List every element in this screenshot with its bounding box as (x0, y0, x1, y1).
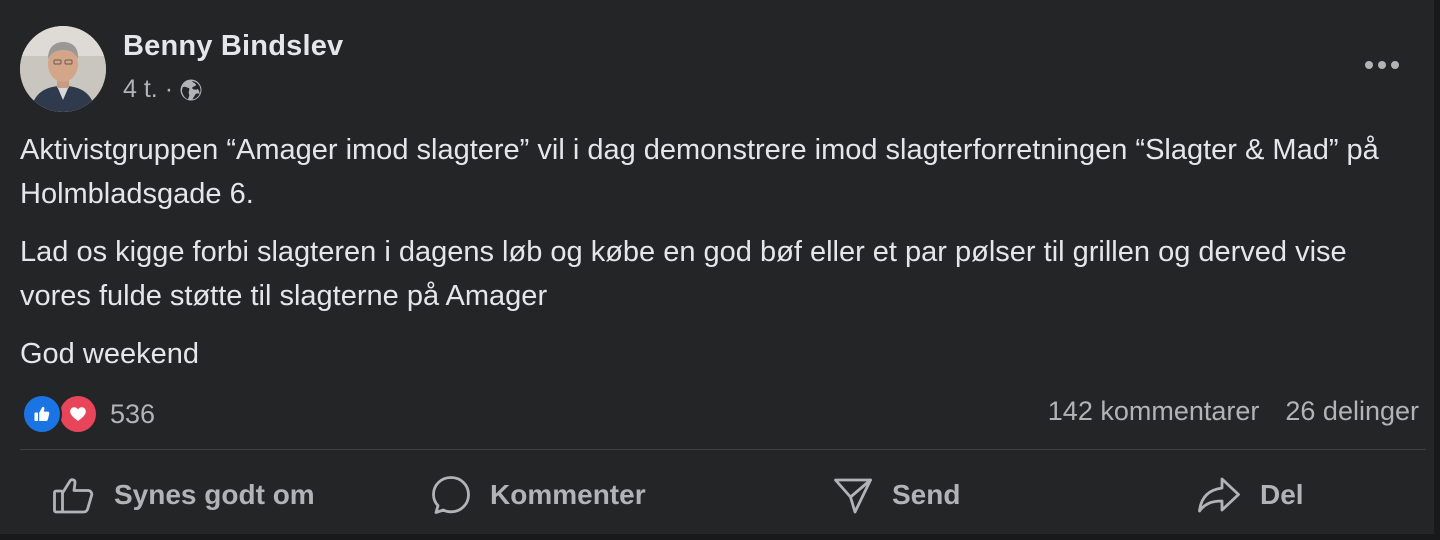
globe-icon[interactable] (179, 78, 203, 102)
love-icon (58, 394, 98, 434)
post-paragraph: God weekend (20, 338, 199, 370)
like-icon (22, 394, 62, 434)
comment-icon (432, 476, 470, 514)
post-card: Benny Bindslev 4 t. · Aktivistgruppen “A… (0, 0, 1440, 540)
post-meta: 4 t. · (123, 75, 203, 104)
author-avatar[interactable] (20, 26, 106, 112)
send-label: Send (892, 479, 961, 510)
avatar-photo (20, 26, 106, 112)
more-dot (1365, 61, 1373, 69)
more-dot (1391, 61, 1399, 69)
comment-label: Kommenter (490, 479, 646, 510)
reactions-count[interactable]: 536 (110, 399, 155, 430)
engagement-counts: 142 kommentarer 26 delinger (1048, 396, 1419, 427)
meta-separator: · (164, 75, 174, 103)
like-label: Synes godt om (114, 479, 315, 510)
shares-count[interactable]: 26 delinger (1285, 396, 1419, 427)
more-options-button[interactable] (1358, 50, 1406, 80)
send-icon (834, 478, 872, 514)
comments-count[interactable]: 142 kommentarer (1048, 396, 1260, 427)
like-button[interactable]: Synes godt om (52, 470, 315, 520)
post-text: Aktivistgruppen “Amager imod slagtere” v… (20, 128, 1390, 390)
share-label: Del (1260, 479, 1304, 510)
send-button[interactable]: Send (832, 470, 960, 520)
post-paragraph: Aktivistgruppen “Amager imod slagtere” v… (20, 134, 1379, 210)
actions-divider (20, 449, 1426, 450)
comment-button[interactable]: Kommenter (430, 470, 646, 520)
reactions-summary[interactable]: 536 (22, 394, 155, 434)
share-button[interactable]: Del (1196, 470, 1304, 520)
thumbs-up-icon (53, 478, 94, 514)
post-paragraph: Lad os kigge forbi slagteren i dagens lø… (20, 236, 1347, 312)
more-dot (1378, 61, 1386, 69)
author-name[interactable]: Benny Bindslev (123, 30, 343, 63)
share-icon (1198, 477, 1240, 513)
post-timestamp[interactable]: 4 t. (123, 75, 158, 104)
